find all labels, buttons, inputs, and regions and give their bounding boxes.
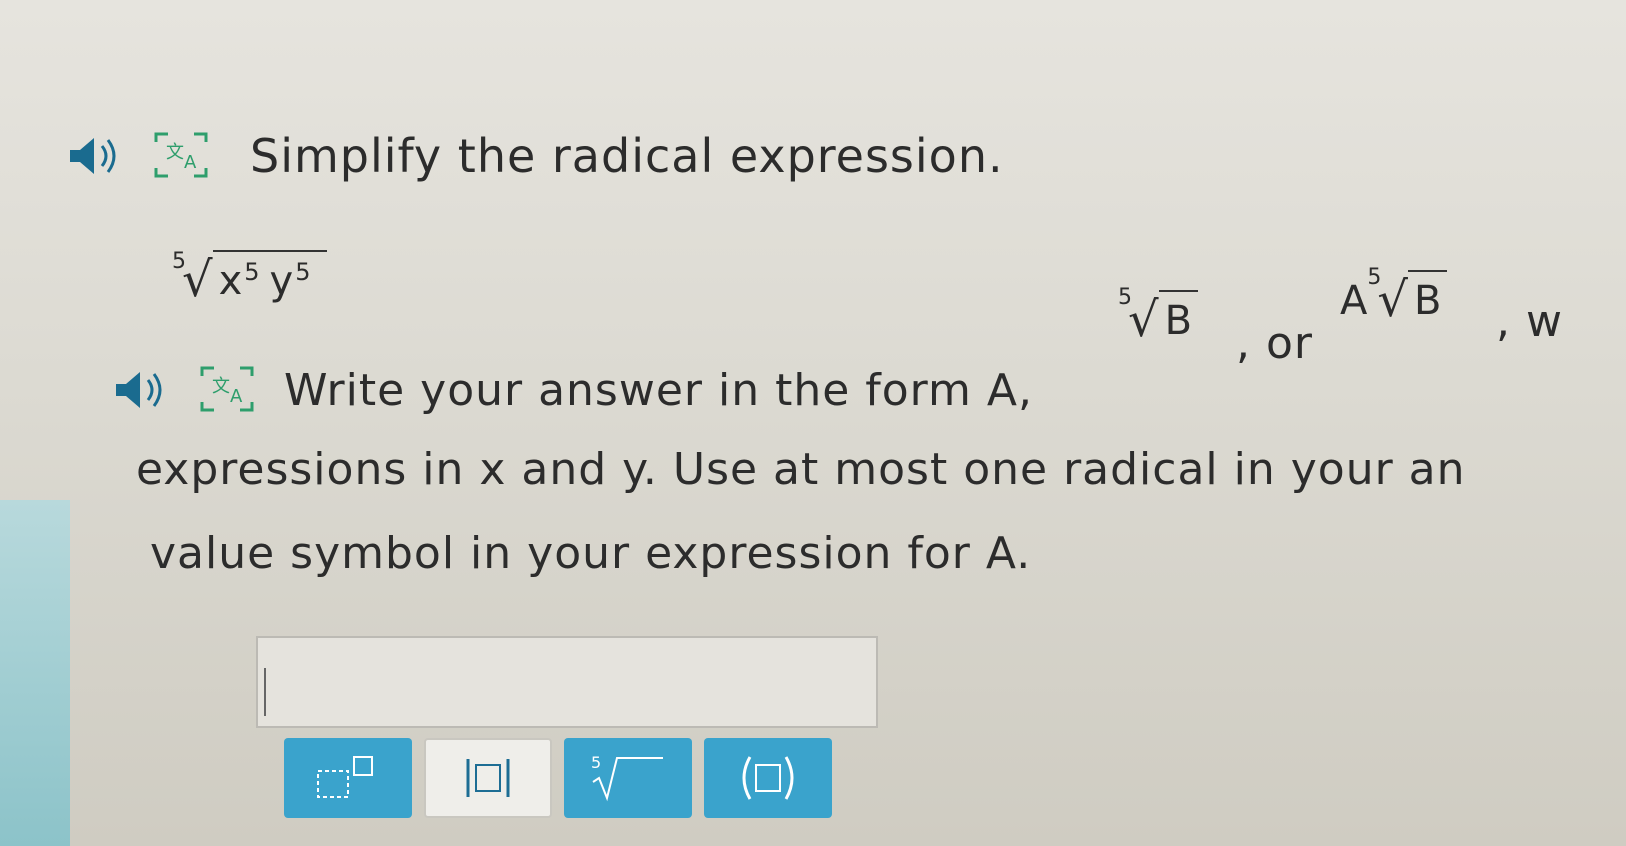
- radicand-base-y: y: [269, 258, 294, 304]
- form-radical-index: 5: [1118, 285, 1132, 310]
- window-edge: [0, 500, 70, 846]
- absolute-value-icon: [466, 759, 510, 797]
- superscript-button[interactable]: [284, 738, 412, 818]
- radical-index: 5: [172, 249, 186, 274]
- radicand-base-x: x: [218, 258, 243, 304]
- translate-icon[interactable]: 文 A: [194, 362, 260, 418]
- fifth-root-index-label: 5: [591, 753, 601, 772]
- svg-text:A: A: [184, 152, 197, 173]
- speaker-icon[interactable]: [66, 134, 126, 178]
- instruction-line-1: Write your answer in the form A,: [284, 364, 1033, 416]
- parentheses-icon: [742, 756, 794, 800]
- form-coef-radicand: B: [1407, 270, 1448, 324]
- form-coefficient: A: [1340, 278, 1368, 324]
- text-cursor: [264, 668, 266, 716]
- form-radical: 5 √ B: [1118, 285, 1199, 348]
- question-title-row: 文 A Simplify the radical expression.: [66, 128, 1004, 184]
- instruction-row: 文 A Write your answer in the form A,: [112, 362, 1033, 418]
- radicand: x 5 y 5: [212, 250, 327, 304]
- fifth-root-icon: 5: [591, 753, 663, 802]
- speaker-icon[interactable]: [112, 368, 172, 412]
- parentheses-button[interactable]: [704, 738, 832, 818]
- or-text: , or: [1236, 318, 1313, 369]
- question-title: Simplify the radical expression.: [250, 129, 1004, 183]
- superscript-icon: [317, 756, 373, 798]
- answer-input[interactable]: [256, 636, 878, 728]
- radical-sign-icon: √: [1128, 292, 1159, 348]
- svg-text:文: 文: [166, 142, 184, 163]
- radicand-exponent-x: 5: [244, 258, 260, 286]
- fifth-root-button[interactable]: 5: [564, 738, 692, 818]
- form-coef-radical-index: 5: [1367, 265, 1382, 290]
- form-radicand: B: [1158, 290, 1199, 344]
- math-toolbar: 5: [284, 738, 832, 846]
- trailing-text: , w: [1496, 296, 1563, 347]
- radical-sign-icon: √: [182, 252, 213, 308]
- absolute-value-button[interactable]: [424, 738, 552, 818]
- translate-icon[interactable]: 文 A: [148, 128, 214, 184]
- radical-sign-icon: √: [1377, 272, 1408, 328]
- instruction-line-3: value symbol in your expression for A.: [150, 528, 1032, 579]
- svg-text:文: 文: [212, 376, 230, 397]
- radicand-exponent-y: 5: [295, 258, 311, 286]
- radical-expression: 5 √ x 5 y 5: [172, 249, 327, 308]
- instruction-line-2: expressions in x and y. Use at most one …: [136, 444, 1466, 495]
- form-coef-radical: A 5 √ B: [1340, 265, 1448, 328]
- svg-text:A: A: [230, 386, 243, 407]
